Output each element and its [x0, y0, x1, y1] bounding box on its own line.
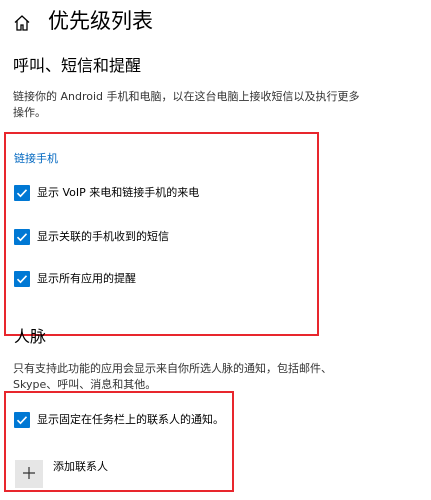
add-contact-button[interactable]	[15, 460, 43, 488]
checkbox-row-pinned-contacts[interactable]: 显示固定在任务栏上的联系人的通知。	[14, 412, 224, 428]
pinned-contacts-checkbox-label: 显示固定在任务栏上的联系人的通知。	[37, 413, 224, 426]
calls-description-line2: 操作。	[13, 106, 46, 119]
plus-icon	[22, 465, 36, 484]
people-section-title: 人脉	[14, 327, 47, 346]
checkbox-row-sms[interactable]: 显示关联的手机收到的短信	[14, 229, 169, 245]
people-section-description: 只有支持此功能的应用会显示来自你所选人脉的通知，包括邮件、 Skype、呼叫、消…	[13, 361, 413, 393]
pinned-contacts-checkbox[interactable]	[14, 412, 30, 428]
sms-checkbox-label: 显示关联的手机收到的短信	[37, 230, 169, 243]
checkbox-row-voip[interactable]: 显示 VoIP 来电和链接手机的来电	[14, 185, 199, 201]
voip-checkbox[interactable]	[14, 185, 30, 201]
page-title: 优先级列表	[48, 9, 153, 33]
checkbox-row-reminders[interactable]: 显示所有应用的提醒	[14, 271, 136, 287]
calls-section-title: 呼叫、短信和提醒	[13, 56, 142, 75]
voip-checkbox-label: 显示 VoIP 来电和链接手机的来电	[37, 186, 200, 199]
add-contact-label[interactable]: 添加联系人	[53, 459, 108, 475]
reminders-checkbox[interactable]	[14, 271, 30, 287]
home-icon[interactable]	[12, 13, 32, 33]
link-phone-link[interactable]: 链接手机	[14, 151, 58, 167]
people-description-line1: 只有支持此功能的应用会显示来自你所选人脉的通知，包括邮件、	[13, 362, 332, 375]
sms-checkbox[interactable]	[14, 229, 30, 245]
calls-description-line1: 链接你的 Android 手机和电脑，以在这台电脑上接收短信以及执行更多	[13, 90, 360, 103]
reminders-checkbox-label: 显示所有应用的提醒	[37, 272, 136, 285]
calls-section-description: 链接你的 Android 手机和电脑，以在这台电脑上接收短信以及执行更多 操作。	[13, 89, 413, 121]
